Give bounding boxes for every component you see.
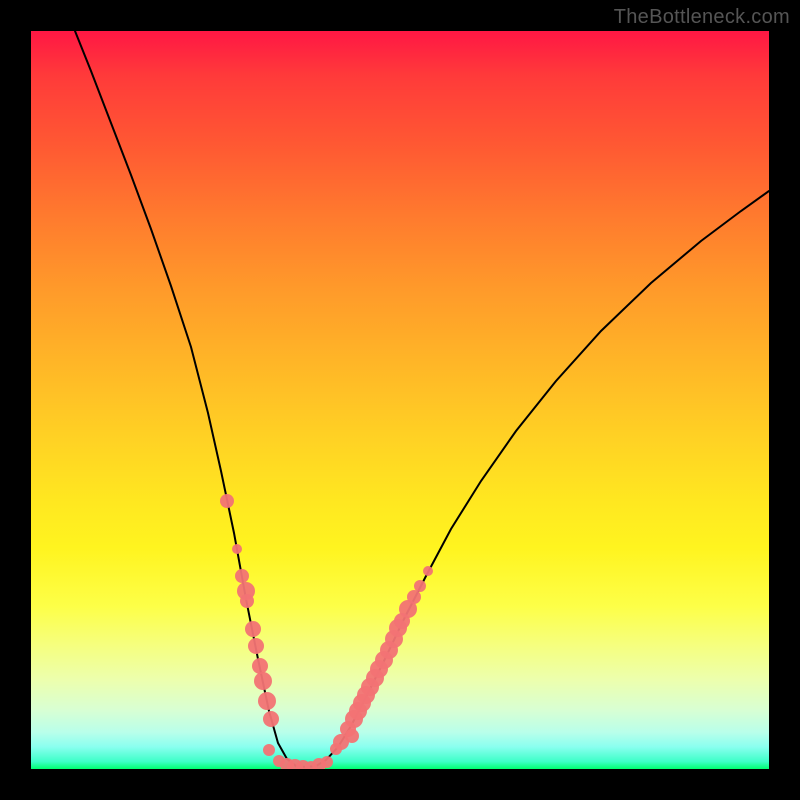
data-marker [258, 692, 276, 710]
curve-group [75, 31, 769, 767]
bottleneck-curve [75, 31, 769, 767]
data-marker [423, 566, 433, 576]
marker-group [220, 494, 433, 769]
data-marker [254, 672, 272, 690]
data-marker [240, 594, 254, 608]
data-marker [220, 494, 234, 508]
data-marker [407, 590, 421, 604]
data-marker [414, 580, 426, 592]
chart-svg [31, 31, 769, 769]
data-marker [245, 621, 261, 637]
data-marker [345, 729, 359, 743]
data-marker [321, 756, 333, 768]
watermark-text: TheBottleneck.com [614, 6, 790, 29]
data-marker [252, 658, 268, 674]
data-marker [248, 638, 264, 654]
data-marker [232, 544, 242, 554]
data-marker [263, 744, 275, 756]
data-marker [263, 711, 279, 727]
data-marker [235, 569, 249, 583]
plot-area [31, 31, 769, 769]
